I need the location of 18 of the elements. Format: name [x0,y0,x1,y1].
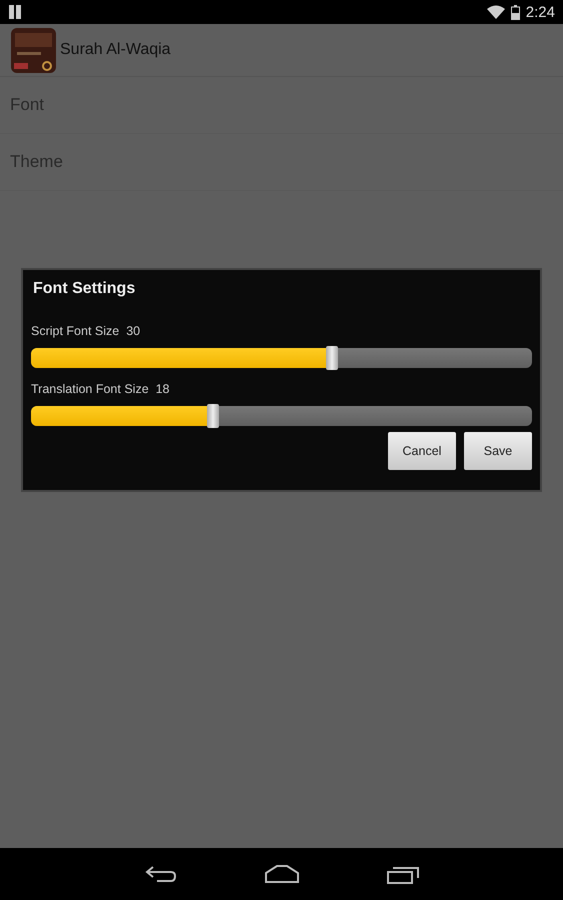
wifi-icon [486,5,505,19]
slider-label: Translation Font Size 18 [31,382,170,396]
notification-icon [9,5,21,19]
clock-time: 2:24 [526,4,555,20]
slider-track[interactable] [31,406,532,426]
app-title: Surah Al-Waqia [60,41,171,59]
slider-track[interactable] [31,348,532,368]
cancel-button[interactable]: Cancel [388,432,456,470]
save-button[interactable]: Save [464,432,532,470]
slider-thumb[interactable] [207,404,220,428]
dialog-title: Font Settings [33,280,136,298]
home-icon[interactable] [264,865,298,883]
back-icon[interactable] [144,865,176,883]
battery-icon [510,4,520,20]
app-icon[interactable] [11,28,56,72]
recent-apps-icon[interactable] [386,864,418,884]
slider-label: Script Font Size 30 [31,324,140,338]
slider-thumb[interactable] [326,346,338,370]
